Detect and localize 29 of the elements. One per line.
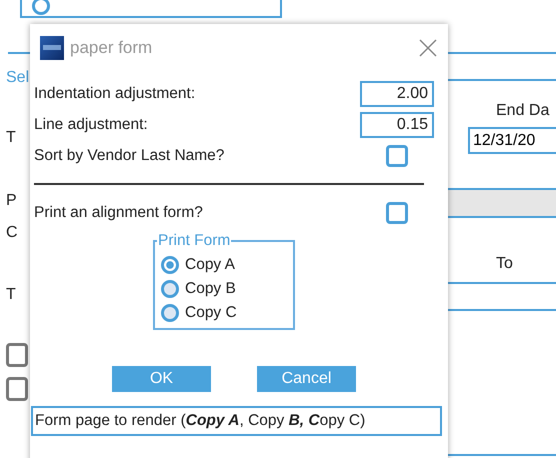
date-field[interactable]: 12/31/20	[468, 127, 556, 154]
status-text: Form page to render (Copy A, Copy B, Copy C)	[35, 412, 366, 430]
app-logo-icon	[40, 36, 64, 60]
label: T	[6, 285, 17, 305]
end-date-label: End Da	[495, 101, 550, 121]
group-legend: Print Form	[157, 232, 232, 250]
radio-button[interactable]	[161, 304, 179, 322]
option-label: Copy C	[185, 304, 237, 322]
to-label: To	[495, 254, 514, 274]
field-label: Line adjustment:	[34, 116, 148, 134]
field-label: Indentation adjustment:	[34, 84, 196, 102]
label: T	[6, 128, 17, 148]
option-label: Print an alignment form?	[34, 204, 203, 222]
radio-button[interactable]	[161, 256, 179, 274]
option-field[interactable]	[20, 0, 282, 18]
input-field[interactable]: 2.00	[360, 80, 434, 106]
radio-button[interactable]	[161, 280, 179, 298]
close-icon[interactable]	[418, 38, 438, 58]
option-label: Copy B	[185, 280, 236, 298]
label: C	[6, 223, 19, 243]
checkbox[interactable]	[386, 202, 408, 224]
input-field[interactable]: 0.15	[360, 112, 434, 138]
radio-button[interactable]	[32, 0, 50, 15]
label: P	[6, 191, 18, 211]
window-title: paper form	[70, 38, 152, 58]
option-label: Copy A	[185, 256, 235, 274]
option-label: Sort by Vendor Last Name?	[34, 146, 224, 164]
checkbox[interactable]	[386, 144, 408, 166]
label: Sel	[6, 68, 30, 88]
